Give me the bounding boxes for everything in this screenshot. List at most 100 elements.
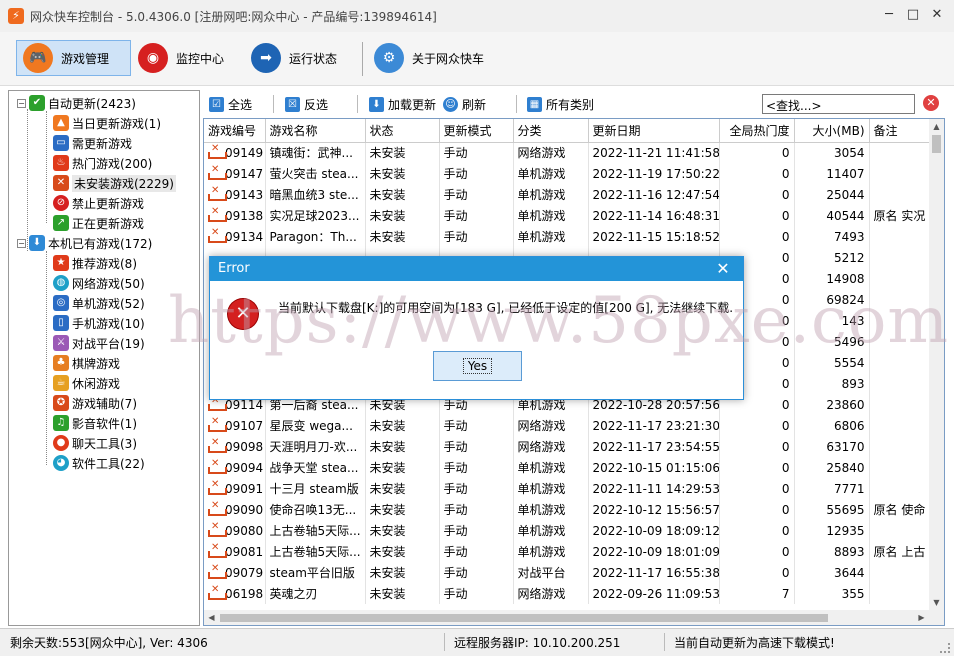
about-button[interactable]: ⚙ 关于网众快车: [368, 40, 490, 76]
table-row[interactable]: 09091 十三月 steam版未安装 手动 单机游戏 2022-11-11 14:29…: [204, 478, 943, 499]
cell-text: 网络游戏: [517, 146, 566, 161]
vertical-scrollbar[interactable]: ▲ ▼: [929, 119, 944, 625]
cell-text: 2022-09-26 11:09:53: [592, 586, 719, 601]
arrow-right-icon: ➡: [251, 43, 281, 73]
tree-label: 游戏辅助(7): [72, 396, 137, 411]
cell-text: 23860: [826, 397, 865, 412]
game-management-button[interactable]: 🎮 游戏管理: [16, 40, 131, 76]
tree-item-not-installed[interactable]: ✕ 未安装游戏(2229): [53, 173, 176, 193]
cell-text: 09147: [225, 166, 264, 181]
column-header[interactable]: 全局热门度: [719, 119, 795, 143]
cone-icon: ▲: [53, 115, 69, 131]
gear-icon: ⚙: [374, 43, 404, 73]
table-row[interactable]: 09149 镇魂街：武神... 未安装 手动 网络游戏 2022-11-21 11:41:…: [204, 142, 943, 163]
table-cell: 0: [719, 457, 795, 478]
column-header[interactable]: 大小(MB): [794, 119, 870, 143]
tree-item-updating[interactable]: ↗ 正在更新游戏: [53, 213, 144, 233]
horizontal-scrollbar[interactable]: ◀ ▶: [204, 610, 929, 625]
collapse-icon[interactable]: −: [17, 238, 26, 248]
column-header[interactable]: 游戏编号: [204, 119, 266, 143]
table-row[interactable]: 09138 实况足球2023... 未安装 手动 单机游戏 2022-11-14 16:4…: [204, 205, 943, 226]
tree-item-media-software[interactable]: ♫ 影音软件(1): [53, 413, 137, 433]
cell-text: 暗黑血统3 ste...: [269, 188, 359, 202]
search-input[interactable]: <查找...>: [762, 94, 915, 114]
table-row[interactable]: 09147 萤火突击 stea... 未安装 手动 单机游戏 2022-11-19 17:…: [204, 163, 943, 184]
column-header[interactable]: 状态: [365, 119, 440, 143]
tree-item-need-update[interactable]: ▭ 需更新游戏: [53, 133, 132, 153]
scroll-left-icon[interactable]: ◀: [204, 610, 219, 625]
cell-text: 7771: [833, 481, 865, 496]
scroll-thumb[interactable]: [932, 135, 941, 153]
tree-item-forbidden[interactable]: ⊘ 禁止更新游戏: [53, 193, 144, 213]
column-header[interactable]: 游戏名称: [265, 119, 366, 143]
cell-text: 原名 实况: [873, 209, 926, 223]
table-cell: 09091: [204, 478, 266, 499]
cell-text: 09091: [225, 481, 264, 496]
table-cell: 2022-09-26 11:09:53: [588, 583, 720, 604]
table-cell: 0: [719, 184, 795, 205]
tree-item-today-updates[interactable]: ▲ 当日更新游戏(1): [53, 113, 161, 133]
column-header[interactable]: 更新模式: [439, 119, 514, 143]
table-cell: 萤火突击 stea...: [265, 163, 366, 184]
column-header[interactable]: 分类: [513, 119, 589, 143]
minimize-button[interactable]: ─: [882, 6, 896, 24]
table-row[interactable]: 09080 上古卷轴5天际... 未安装 手动 单机游戏 2022-10-09 18:09…: [204, 520, 943, 541]
cell-text: 对战平台: [517, 566, 566, 580]
maximize-button[interactable]: □: [906, 6, 920, 24]
tree-item-chat-tools[interactable]: ● 聊天工具(3): [53, 433, 137, 453]
tree-item-casual-games[interactable]: ☕ 休闲游戏: [53, 373, 120, 393]
table-cell: 09081: [204, 541, 266, 562]
cell-text: 6806: [833, 418, 865, 433]
table-row[interactable]: 06198 英魂之刃 未安装 手动 网络游戏 2022-09-26 11:09:53 7 35…: [204, 583, 943, 604]
table-row[interactable]: 09134 Paragon：Th... 未安装 手动 单机游戏 2022-11-15 15…: [204, 226, 943, 247]
monitor-center-label: 监控中心: [176, 51, 225, 66]
scroll-right-icon[interactable]: ▶: [914, 610, 929, 625]
run-status-button[interactable]: ➡ 运行状态: [245, 40, 343, 76]
table-row[interactable]: 09094 战争天堂 stea... 未安装 手动 单机游戏 2022-10-15 01:…: [204, 457, 943, 478]
table-cell: 单机游戏: [513, 499, 589, 520]
all-categories-button[interactable]: ▦ 所有类别: [527, 94, 594, 114]
cell-text: 原名 上古: [873, 545, 926, 559]
tree-item-online-games[interactable]: ◍ 网络游戏(50): [53, 273, 145, 293]
table-cell: 暗黑血统3 ste...: [265, 184, 366, 205]
monitor-center-button[interactable]: ◉ 监控中心: [132, 40, 230, 76]
table-cell: 手动: [439, 520, 514, 541]
clear-search-icon[interactable]: ✕: [923, 95, 939, 111]
tree-item-recommended[interactable]: ★ 推荐游戏(8): [53, 253, 137, 273]
tree-item-game-assist[interactable]: ✪ 游戏辅助(7): [53, 393, 137, 413]
resize-grip[interactable]: [940, 643, 950, 653]
tree-node-auto-update[interactable]: − ✔ 自动更新(2423): [17, 93, 136, 113]
tree-label: 正在更新游戏: [72, 216, 145, 231]
select-all-button[interactable]: ☑ 全选: [209, 94, 252, 114]
tree-label: 当日更新游戏(1): [72, 116, 161, 131]
tree-item-hot-games[interactable]: ♨ 热门游戏(200): [53, 153, 152, 173]
tree-node-local-games[interactable]: − ⬇ 本机已有游戏(172): [17, 233, 152, 253]
invert-selection-button[interactable]: ☒ 反选: [285, 94, 328, 114]
table-row[interactable]: 09143 暗黑血统3 ste... 未安装 手动 单机游戏 2022-11-16 12:…: [204, 184, 943, 205]
tree-item-mobile-games[interactable]: ▯ 手机游戏(10): [53, 313, 145, 333]
table-row[interactable]: 09090 使命召唤13无... 未安装 手动 单机游戏 2022-10-12 15:56…: [204, 499, 943, 520]
table-cell: 3644: [794, 562, 870, 583]
dialog-close-button[interactable]: ✕: [715, 257, 731, 281]
table-cell: 09134: [204, 226, 266, 247]
load-updates-button[interactable]: ⬇ 加载更新: [369, 94, 436, 114]
scroll-down-icon[interactable]: ▼: [929, 595, 944, 610]
tree-item-software-tools[interactable]: ◕ 软件工具(22): [53, 453, 145, 473]
refresh-button[interactable]: ☺ 刷新: [443, 94, 486, 114]
table-row[interactable]: 09098 天涯明月刀-欢... 未安装 手动 网络游戏 2022-11-17 23:54…: [204, 436, 943, 457]
collapse-icon[interactable]: −: [17, 98, 26, 108]
badge-icon: ✪: [53, 395, 69, 411]
cell-text: 单机游戏: [517, 230, 566, 244]
scroll-up-icon[interactable]: ▲: [929, 119, 944, 134]
cell-text: 单机游戏: [517, 167, 566, 181]
tree-item-battle-platform[interactable]: ⚔ 对战平台(19): [53, 333, 145, 353]
close-button[interactable]: ✕: [930, 6, 944, 24]
scroll-thumb[interactable]: [220, 614, 828, 622]
tree-item-single-player[interactable]: ◎ 单机游戏(52): [53, 293, 145, 313]
column-header[interactable]: 更新日期: [588, 119, 720, 143]
table-row[interactable]: 09079 steam平台旧版未安装 手动 对战平台 2022-11-17 16:55:…: [204, 562, 943, 583]
table-row[interactable]: 09107 星辰变 wega... 未安装 手动 网络游戏 2022-11-17 23:2…: [204, 415, 943, 436]
not-installed-icon: [208, 143, 227, 159]
tree-item-board-games[interactable]: ♣ 棋牌游戏: [53, 353, 120, 373]
table-row[interactable]: 09081 上古卷轴5天际... 未安装 手动 单机游戏 2022-10-09 18:01…: [204, 541, 943, 562]
